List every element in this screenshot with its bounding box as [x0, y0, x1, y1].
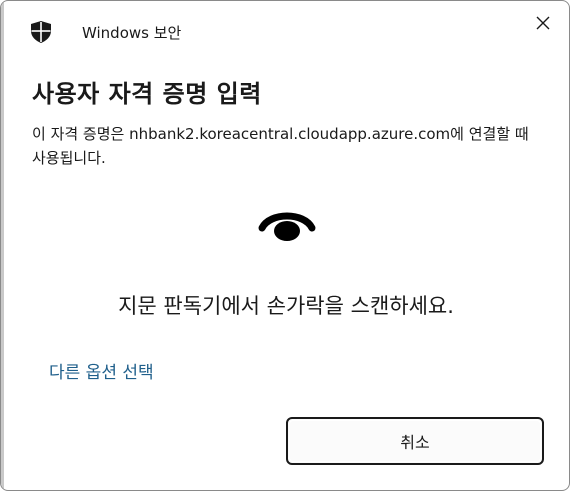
close-icon	[536, 15, 550, 34]
dialog-heading: 사용자 자격 증명 입력	[32, 80, 262, 108]
title-bar[interactable]: Windows 보안	[1, 1, 569, 61]
credential-dialog: Windows 보안 사용자 자격 증명 입력 이 자격 증명은 nhbank2…	[0, 0, 570, 491]
close-button[interactable]	[523, 9, 563, 39]
cancel-button-label: 취소	[400, 433, 430, 452]
window-edge	[1, 1, 4, 490]
cancel-button[interactable]: 취소	[286, 417, 544, 465]
more-options-link[interactable]: 다른 옵션 선택	[49, 358, 154, 383]
fingerprint-instruction: 지문 판독기에서 손가락을 스캔하세요.	[118, 294, 454, 318]
fingerprint-icon	[256, 206, 318, 246]
shield-icon	[31, 21, 51, 43]
dialog-description: 이 자격 증명은 nhbank2.koreacentral.cloudapp.a…	[32, 125, 529, 167]
window-title: Windows 보안	[82, 24, 182, 42]
